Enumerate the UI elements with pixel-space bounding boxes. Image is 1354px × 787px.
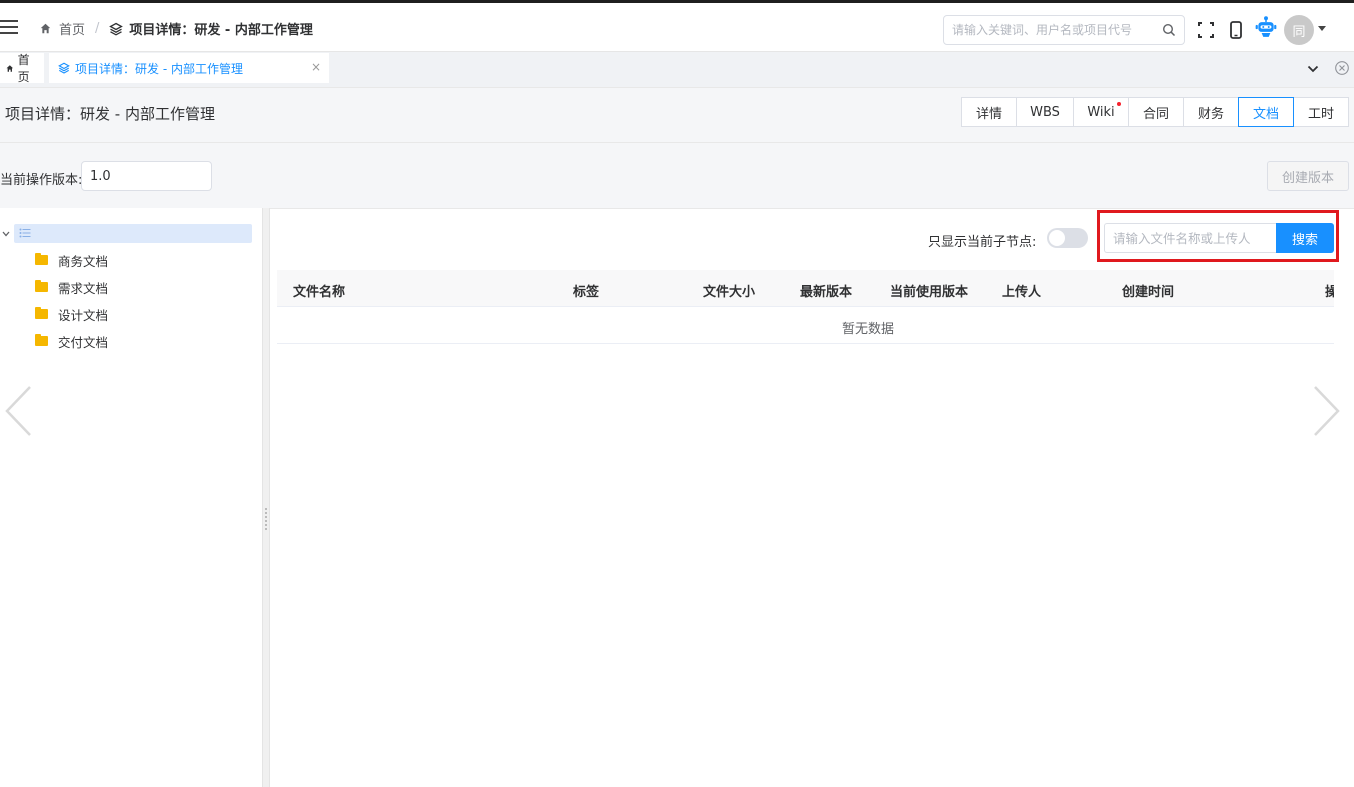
only-current-node-toggle[interactable] — [1047, 228, 1088, 248]
top-header: 首页 / 项目详情：研发 - 内部工作管理 同 — [0, 0, 1354, 52]
chevron-down-icon[interactable] — [1318, 26, 1326, 31]
tab-finance[interactable]: 财务 — [1183, 97, 1239, 127]
empty-text: 暂无数据 — [842, 322, 895, 337]
chevron-left-icon[interactable] — [3, 385, 33, 437]
tree-item-label: 需求文档 — [58, 280, 109, 296]
table-header: 文件名称 标签 文件大小 最新版本 当前使用版本 上传人 创建时间 操作 — [277, 270, 1334, 307]
panel-splitter[interactable] — [262, 208, 270, 787]
breadcrumb-current-label: 项目详情：研发 - 内部工作管理 — [129, 23, 313, 38]
tag-home-label: 首页 — [17, 53, 30, 84]
page-content: 项目详情：研发 - 内部工作管理 详情 WBS Wiki 合同 财务 文档 工时… — [0, 88, 1354, 787]
breadcrumb-home[interactable]: 首页 — [40, 19, 85, 38]
tree-item-label: 交付文档 — [58, 334, 109, 350]
column-header[interactable]: 创建时间 — [1122, 281, 1174, 300]
column-header[interactable]: 操作 — [1325, 281, 1334, 300]
column-header[interactable]: 标签 — [573, 281, 599, 300]
robot-icon[interactable] — [1255, 15, 1277, 39]
layers-icon — [58, 62, 70, 74]
tree-item-business-docs[interactable]: 商务文档 — [35, 251, 108, 269]
layers-icon — [109, 22, 124, 36]
create-version-button[interactable]: 创建版本 — [1267, 161, 1349, 191]
notification-dot — [1117, 102, 1121, 106]
tree-root-node[interactable] — [14, 224, 252, 243]
file-list-panel: 只显示当前子节点: 搜索 文件名称 标签 文件大小 最新版本 当前使用版本 上传… — [270, 208, 1354, 787]
tag-project-detail-label: 项目详情：研发 - 内部工作管理 — [75, 61, 243, 76]
tab-wbs[interactable]: WBS — [1016, 97, 1074, 127]
mobile-icon[interactable] — [1226, 19, 1246, 41]
tab-contract[interactable]: 合同 — [1128, 97, 1184, 127]
version-input[interactable] — [81, 161, 212, 191]
breadcrumb-current: 项目详情：研发 - 内部工作管理 — [109, 19, 313, 38]
chevron-down-icon[interactable] — [1306, 62, 1320, 76]
search-icon[interactable] — [1162, 23, 1176, 37]
global-search — [943, 15, 1185, 45]
close-all-icon[interactable] — [1334, 60, 1350, 76]
column-header[interactable]: 上传人 — [1002, 281, 1041, 300]
search-button[interactable]: 搜索 — [1276, 223, 1334, 253]
tree-item-label: 设计文档 — [58, 307, 109, 323]
tag-project-detail[interactable]: 项目详情：研发 - 内部工作管理 × — [49, 53, 329, 83]
chevron-right-icon[interactable] — [1312, 385, 1342, 437]
menu-icon[interactable] — [0, 20, 18, 34]
tree-item-label: 商务文档 — [58, 253, 109, 269]
chevron-down-icon[interactable] — [2, 230, 10, 238]
column-header[interactable]: 文件大小 — [703, 281, 755, 300]
user-avatar[interactable]: 同 — [1284, 15, 1314, 45]
folder-icon — [35, 280, 48, 292]
file-search-input[interactable] — [1104, 223, 1276, 253]
page-title: 项目详情：研发 - 内部工作管理 — [5, 105, 215, 123]
folder-icon — [35, 253, 48, 265]
column-header[interactable]: 文件名称 — [293, 281, 345, 300]
only-current-node-label: 只显示当前子节点: — [928, 235, 1037, 250]
tab-wiki-label: Wiki — [1087, 104, 1115, 120]
breadcrumb-home-label: 首页 — [59, 23, 86, 38]
tree-item-design-docs[interactable]: 设计文档 — [35, 305, 108, 323]
home-icon — [40, 23, 51, 34]
project-tabs: 详情 WBS Wiki 合同 财务 文档 工时 — [961, 97, 1349, 127]
tag-home[interactable]: 首页 — [0, 53, 44, 84]
folder-icon — [35, 307, 48, 319]
column-header[interactable]: 当前使用版本 — [890, 281, 968, 300]
column-header[interactable]: 最新版本 — [800, 281, 852, 300]
folder-tree: 商务文档 需求文档 设计文档 交付文档 — [0, 208, 262, 787]
tag-bar: 首页 项目详情：研发 - 内部工作管理 × — [0, 52, 1354, 88]
folder-icon — [35, 334, 48, 346]
fullscreen-icon[interactable] — [1196, 19, 1216, 41]
list-icon — [19, 228, 31, 238]
tab-worktime[interactable]: 工时 — [1293, 97, 1349, 127]
tree-item-delivery-docs[interactable]: 交付文档 — [35, 332, 108, 350]
breadcrumb-separator: / — [95, 21, 100, 36]
breadcrumb: 首页 / 项目详情：研发 - 内部工作管理 — [40, 19, 313, 38]
tab-wiki[interactable]: Wiki — [1073, 97, 1129, 127]
version-label: 当前操作版本: — [0, 173, 83, 188]
tab-documents[interactable]: 文档 — [1238, 97, 1294, 127]
tree-item-requirement-docs[interactable]: 需求文档 — [35, 278, 108, 296]
close-icon[interactable]: × — [311, 60, 321, 74]
global-search-input[interactable] — [944, 16, 1154, 44]
divider — [0, 142, 1354, 143]
table-empty-row: 暂无数据 — [277, 307, 1334, 344]
toggle-knob — [1049, 230, 1065, 246]
home-icon — [6, 64, 14, 72]
tab-detail[interactable]: 详情 — [961, 97, 1017, 127]
